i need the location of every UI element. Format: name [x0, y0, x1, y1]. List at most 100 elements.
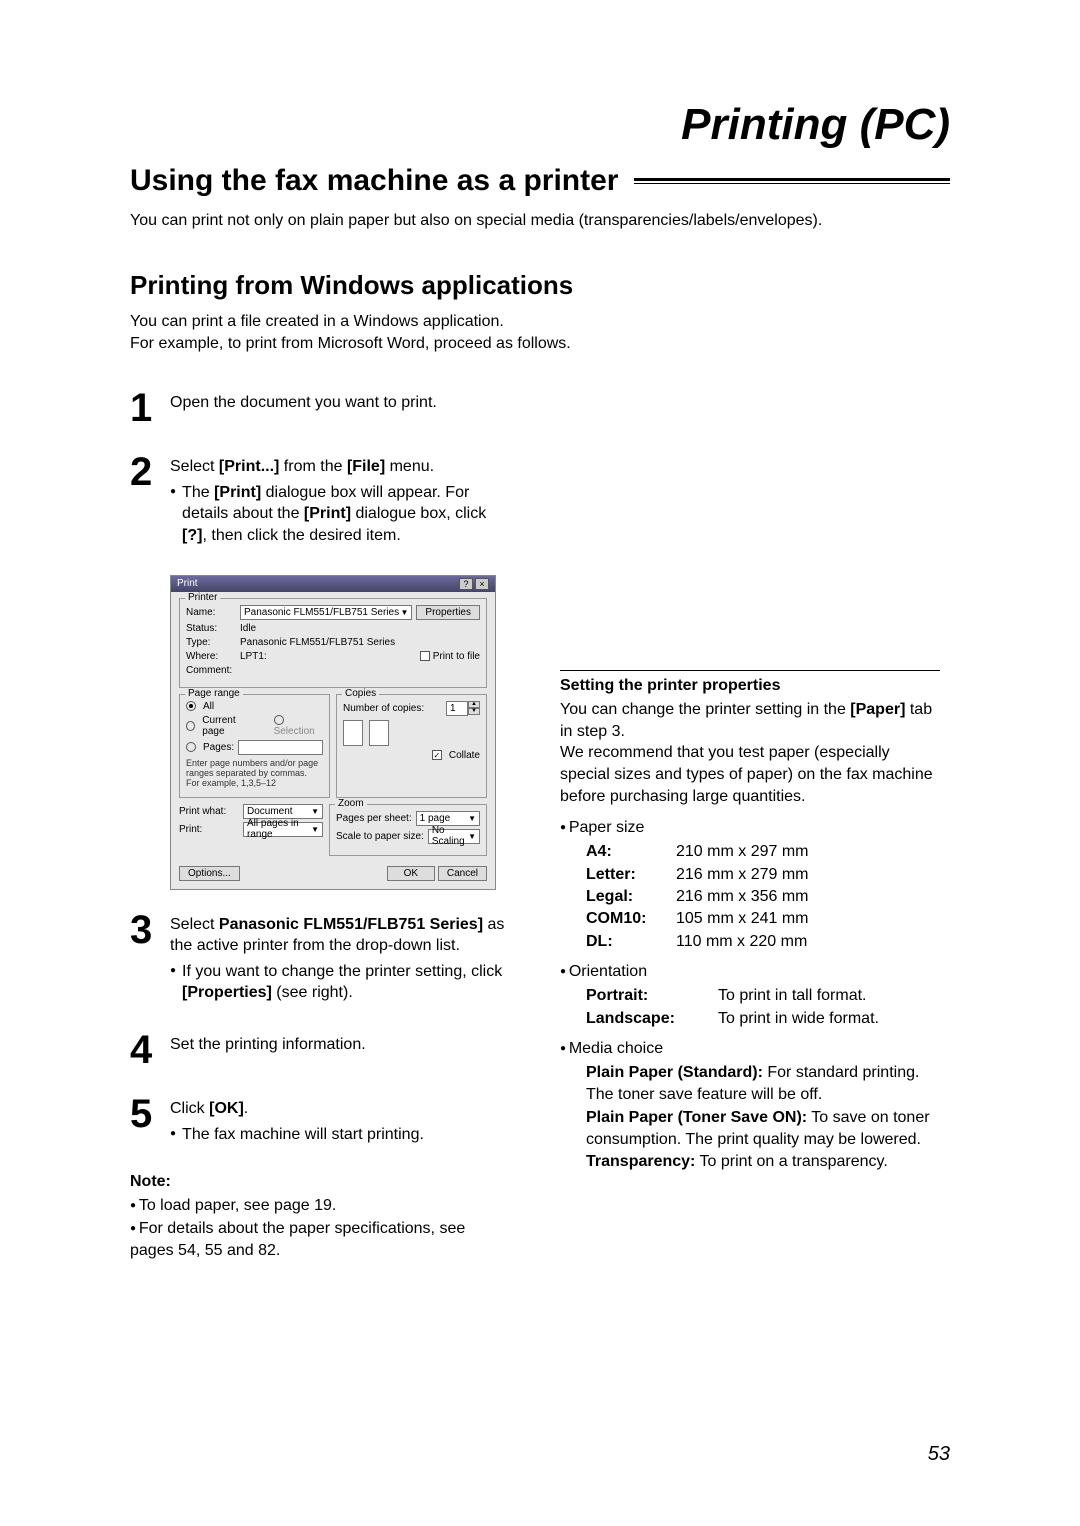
- step-num-4: 4: [130, 1032, 156, 1068]
- t: If you want to change the printer settin…: [182, 963, 502, 980]
- pages-radio[interactable]: [186, 742, 196, 752]
- main-title: Using the fax machine as a printer: [130, 164, 618, 198]
- num-copies-input[interactable]: 1: [446, 701, 468, 716]
- print-what-select[interactable]: Document▼: [243, 804, 323, 819]
- step-5: 5 Click [OK]. The fax machine will start…: [130, 1096, 510, 1145]
- t: The: [182, 484, 214, 501]
- t: A4:: [586, 841, 676, 863]
- t: Legal:: [586, 886, 676, 908]
- close-icon[interactable]: ×: [475, 578, 489, 590]
- current-page-label: Current page: [202, 715, 255, 737]
- pages-input[interactable]: [238, 740, 323, 755]
- cancel-button[interactable]: Cancel: [438, 866, 487, 881]
- print-range-select[interactable]: All pages in range▼: [243, 822, 323, 837]
- t: [Paper]: [850, 701, 905, 718]
- copies-fieldset: Copies Number of copies: 1 ▲▼ Collate: [336, 694, 487, 798]
- type-value: Panasonic FLM551/FLB751 Series: [240, 637, 395, 648]
- printer-legend: Printer: [185, 592, 220, 603]
- options-button[interactable]: Options...: [179, 866, 240, 881]
- orientation-table: Portrait: To print in tall format. Landsc…: [586, 985, 940, 1030]
- selection-radio[interactable]: [274, 715, 284, 725]
- t: .: [244, 1100, 248, 1117]
- current-page-radio[interactable]: [186, 721, 195, 731]
- t: To print in tall format.: [718, 985, 867, 1007]
- all-label: All: [203, 701, 214, 712]
- t: You can change the printer setting in th…: [560, 701, 850, 718]
- right-p1: You can change the printer setting in th…: [560, 699, 940, 807]
- t: Panasonic FLM551/FLB751 Series: [244, 607, 399, 618]
- step-body-3: Select Panasonic FLM551/FLB751 Series] a…: [170, 912, 510, 1004]
- t: menu.: [385, 458, 434, 475]
- note-bullet-2: For details about the paper specificatio…: [130, 1218, 510, 1263]
- t: from the: [279, 458, 347, 475]
- spin-up[interactable]: ▲: [468, 701, 480, 708]
- pages-label: Pages:: [203, 742, 234, 753]
- t: 210 mm x 297 mm: [676, 841, 808, 863]
- t: 1 page: [420, 813, 451, 824]
- zoom-legend: Zoom: [335, 798, 367, 809]
- printer-name-select[interactable]: Panasonic FLM551/FLB751 Series▼: [240, 605, 412, 620]
- print-what-label: Print what:: [179, 806, 239, 817]
- t: Portrait:: [586, 985, 706, 1007]
- t: Transparency:: [586, 1153, 695, 1170]
- step-3: 3 Select Panasonic FLM551/FLB751 Series]…: [130, 912, 510, 1004]
- spin-down[interactable]: ▼: [468, 708, 480, 715]
- t: Letter:: [586, 864, 676, 886]
- t: [Print]: [304, 505, 351, 522]
- t: Panasonic FLM551/FLB751 Series]: [219, 916, 483, 933]
- print-to-file-label: Print to file: [433, 651, 480, 662]
- section-header: Printing (PC): [130, 100, 950, 150]
- printer-fieldset: Printer Name: Panasonic FLM551/FLB751 Se…: [179, 598, 487, 688]
- t: Select: [170, 458, 219, 475]
- ok-button[interactable]: OK: [387, 866, 435, 881]
- step-1: 1 Open the document you want to print.: [130, 390, 510, 426]
- t: [File]: [347, 458, 385, 475]
- t: dialogue box, click: [351, 505, 486, 522]
- t: Landscape:: [586, 1008, 706, 1030]
- step-body-5: Click [OK]. The fax machine will start p…: [170, 1096, 424, 1145]
- t: The fax machine will start printing.: [182, 1124, 424, 1146]
- t: Select: [170, 916, 219, 933]
- t: To print on a transparency.: [695, 1153, 887, 1170]
- where-label: Where:: [186, 651, 236, 662]
- t: [Print...]: [219, 458, 279, 475]
- status-label: Status:: [186, 623, 236, 634]
- pages-per-sheet-label: Pages per sheet:: [336, 813, 412, 824]
- help-icon[interactable]: ?: [459, 578, 473, 590]
- all-radio[interactable]: [186, 701, 196, 711]
- print-to-file-checkbox[interactable]: [420, 651, 430, 661]
- t: 216 mm x 279 mm: [676, 864, 808, 886]
- collate-label: Collate: [449, 750, 480, 761]
- comment-label: Comment:: [186, 665, 236, 676]
- t: Click: [170, 1100, 209, 1117]
- t: , then click the desired item.: [202, 527, 400, 544]
- range-hint: Enter page numbers and/or page ranges se…: [186, 758, 323, 789]
- sub-desc-line2: For example, to print from Microsoft Wor…: [130, 335, 571, 352]
- intro-text: You can print not only on plain paper bu…: [130, 212, 950, 230]
- dialog-titlebar: Print ? ×: [171, 576, 495, 592]
- scale-label: Scale to paper size:: [336, 831, 424, 842]
- paper-size-table: A4:210 mm x 297 mm Letter:216 mm x 279 m…: [586, 841, 940, 953]
- paper-size-label: Paper size: [560, 819, 940, 837]
- properties-button[interactable]: Properties: [416, 605, 480, 620]
- page-number: 53: [928, 1443, 950, 1466]
- collate-checkbox[interactable]: [432, 750, 442, 760]
- t: 216 mm x 356 mm: [676, 886, 808, 908]
- t: COM10:: [586, 908, 676, 930]
- title-rule: [634, 178, 950, 184]
- t: To print in wide format.: [718, 1008, 879, 1030]
- print-dialog: Print ? × Printer Name: Panasonic FLM551…: [170, 575, 496, 890]
- step-num-5: 5: [130, 1096, 156, 1145]
- t: No Scaling: [432, 825, 468, 847]
- t: 110 mm x 220 mm: [676, 931, 807, 953]
- t: [OK]: [209, 1100, 244, 1117]
- scale-select[interactable]: No Scaling▼: [428, 829, 480, 844]
- dialog-title: Print: [177, 578, 198, 589]
- status-value: Idle: [240, 623, 256, 634]
- note-bullet-1: To load paper, see page 19.: [130, 1195, 510, 1217]
- print-label: Print:: [179, 824, 239, 835]
- where-value: LPT1:: [240, 651, 267, 662]
- t: [Print]: [214, 484, 261, 501]
- zoom-fieldset: Zoom Pages per sheet:1 page▼ Scale to pa…: [329, 804, 487, 856]
- pages-per-sheet-select[interactable]: 1 page▼: [416, 811, 480, 826]
